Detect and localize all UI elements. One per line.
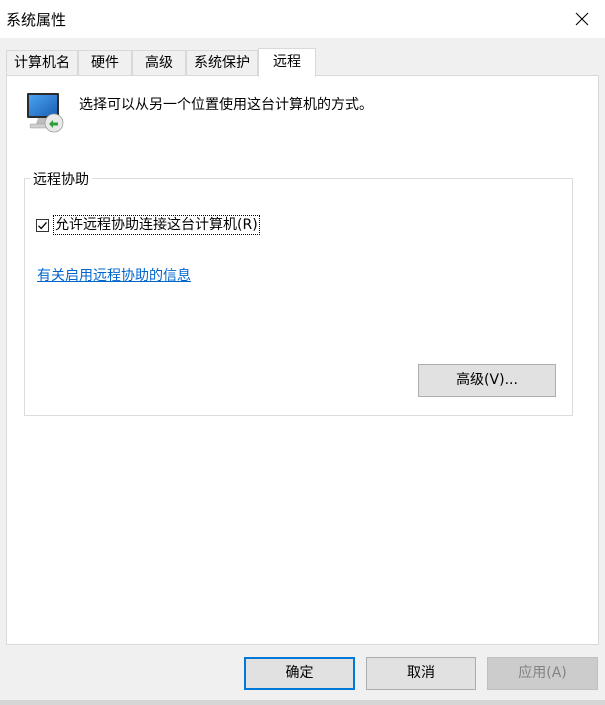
remote-desktop-monitor-icon (27, 93, 64, 133)
title-bar[interactable]: 系统属性 (0, 0, 605, 38)
tab-hardware[interactable]: 硬件 (78, 50, 132, 75)
allow-remote-assistance-label[interactable]: 允许远程协助连接这台计算机(R) (53, 215, 260, 235)
ok-button[interactable]: 确定 (244, 657, 355, 690)
allow-remote-assistance-row[interactable]: 允许远程协助连接这台计算机(R) (36, 215, 260, 235)
remote-assistance-group: 远程协助 允许远程协助连接这台计算机(R) 有关启用远程协助的信息 高级(V).… (24, 169, 573, 416)
advanced-button[interactable]: 高级(V)... (418, 364, 556, 397)
tab-remote[interactable]: 远程 (258, 48, 316, 77)
tab-bar: 计算机名 硬件 高级 系统保护 远程 (6, 48, 599, 77)
checkmark-icon (38, 221, 47, 229)
window-title: 系统属性 (6, 11, 67, 29)
remote-tab-panel: 选择可以从另一个位置使用这台计算机的方式。 远程协助 允许远程协助连接这台计算机… (6, 75, 599, 645)
remote-assistance-info-link[interactable]: 有关启用远程协助的信息 (37, 265, 191, 285)
system-properties-window: 系统属性 计算机名 硬件 高级 系统保护 远程 选择可以从另一个位置使用这台计算… (0, 0, 605, 705)
apply-button[interactable]: 应用(A) (487, 657, 598, 690)
close-button[interactable] (559, 0, 605, 38)
tab-system-protection[interactable]: 系统保护 (186, 50, 258, 75)
remote-assistance-group-title: 远程协助 (30, 169, 92, 189)
cancel-button[interactable]: 取消 (366, 657, 476, 690)
bottom-edge-strip (0, 700, 605, 705)
remote-intro-text: 选择可以从另一个位置使用这台计算机的方式。 (79, 97, 373, 113)
allow-remote-assistance-checkbox[interactable] (36, 218, 49, 232)
tab-advanced[interactable]: 高级 (132, 50, 186, 75)
tab-computer-name[interactable]: 计算机名 (6, 50, 78, 75)
close-icon (575, 12, 589, 26)
